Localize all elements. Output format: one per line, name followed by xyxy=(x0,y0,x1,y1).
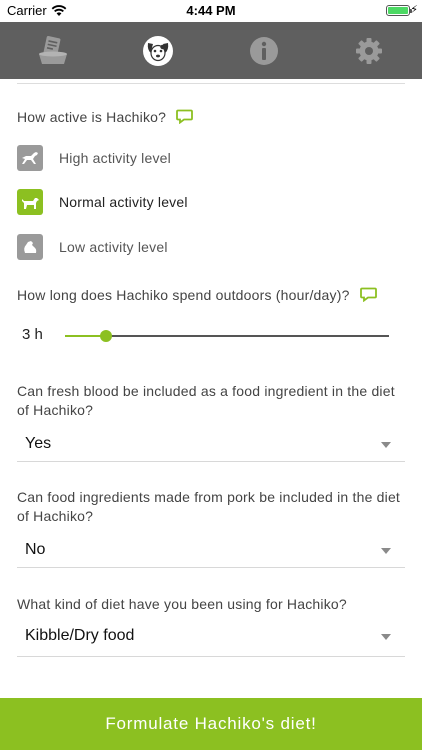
divider xyxy=(17,83,405,84)
top-tab-bar xyxy=(0,22,422,79)
formulate-diet-label: Formulate Hachiko's diet! xyxy=(105,714,317,733)
charging-bolt-icon: ⚡ xyxy=(410,4,418,16)
info-icon xyxy=(249,36,278,65)
status-bar: Carrier 4:44 PM ⚡ xyxy=(0,0,422,22)
tab-info[interactable] xyxy=(211,22,317,79)
battery-icon xyxy=(386,5,412,16)
outdoors-question: How long does Hachiko spend outdoors (ho… xyxy=(17,286,377,305)
diet-value: Kibble/Dry food xyxy=(25,627,135,644)
outdoors-value: 3 h xyxy=(22,326,43,343)
comment-icon[interactable] xyxy=(176,109,194,124)
dropdown-arrow-icon xyxy=(381,548,391,554)
running-dog-icon xyxy=(22,152,38,164)
pork-value: No xyxy=(25,541,46,558)
comment-icon[interactable] xyxy=(359,287,377,302)
pork-question: Can food ingredients made from pork be i… xyxy=(17,489,401,524)
activity-label: Normal activity level xyxy=(59,194,188,210)
pork-select[interactable]: No xyxy=(17,538,405,568)
activity-option-low[interactable]: Low activity level xyxy=(17,234,168,260)
fresh-blood-value: Yes xyxy=(25,435,52,452)
activity-question: How active is Hachiko? xyxy=(17,108,194,127)
outdoors-question-text: How long does Hachiko spend outdoors (ho… xyxy=(17,287,350,303)
tab-dog-profile[interactable] xyxy=(106,22,212,79)
diet-select[interactable]: Kibble/Dry food xyxy=(17,624,405,657)
dropdown-arrow-icon xyxy=(381,634,391,640)
activity-option-normal[interactable]: Normal activity level xyxy=(17,189,188,215)
activity-label: Low activity level xyxy=(59,239,168,255)
fresh-blood-question: Can fresh blood be included as a food in… xyxy=(17,383,395,418)
dog-face-icon xyxy=(143,35,174,66)
diet-question: What kind of diet have you been using fo… xyxy=(17,596,347,612)
fresh-blood-select[interactable]: Yes xyxy=(17,432,405,462)
sitting-dog-icon xyxy=(24,241,37,253)
slider-thumb[interactable] xyxy=(99,330,112,342)
formulate-diet-button[interactable]: Formulate Hachiko's diet! xyxy=(0,698,422,750)
tab-food[interactable] xyxy=(0,22,106,79)
activity-icon-box xyxy=(17,145,43,171)
diet-form: How active is Hachiko? High activity lev… xyxy=(0,79,422,698)
gear-icon xyxy=(356,37,383,64)
dropdown-arrow-icon xyxy=(381,442,391,448)
activity-option-high[interactable]: High activity level xyxy=(17,145,171,171)
tab-settings[interactable] xyxy=(317,22,422,79)
clock: 4:44 PM xyxy=(186,3,236,18)
activity-icon-box xyxy=(17,234,43,260)
activity-question-text: How active is Hachiko? xyxy=(17,109,167,125)
activity-label: High activity level xyxy=(59,150,171,166)
activity-icon-box xyxy=(17,189,43,215)
walking-dog-icon xyxy=(22,198,39,209)
food-bowl-icon xyxy=(38,35,67,64)
outdoors-slider[interactable] xyxy=(65,330,389,342)
